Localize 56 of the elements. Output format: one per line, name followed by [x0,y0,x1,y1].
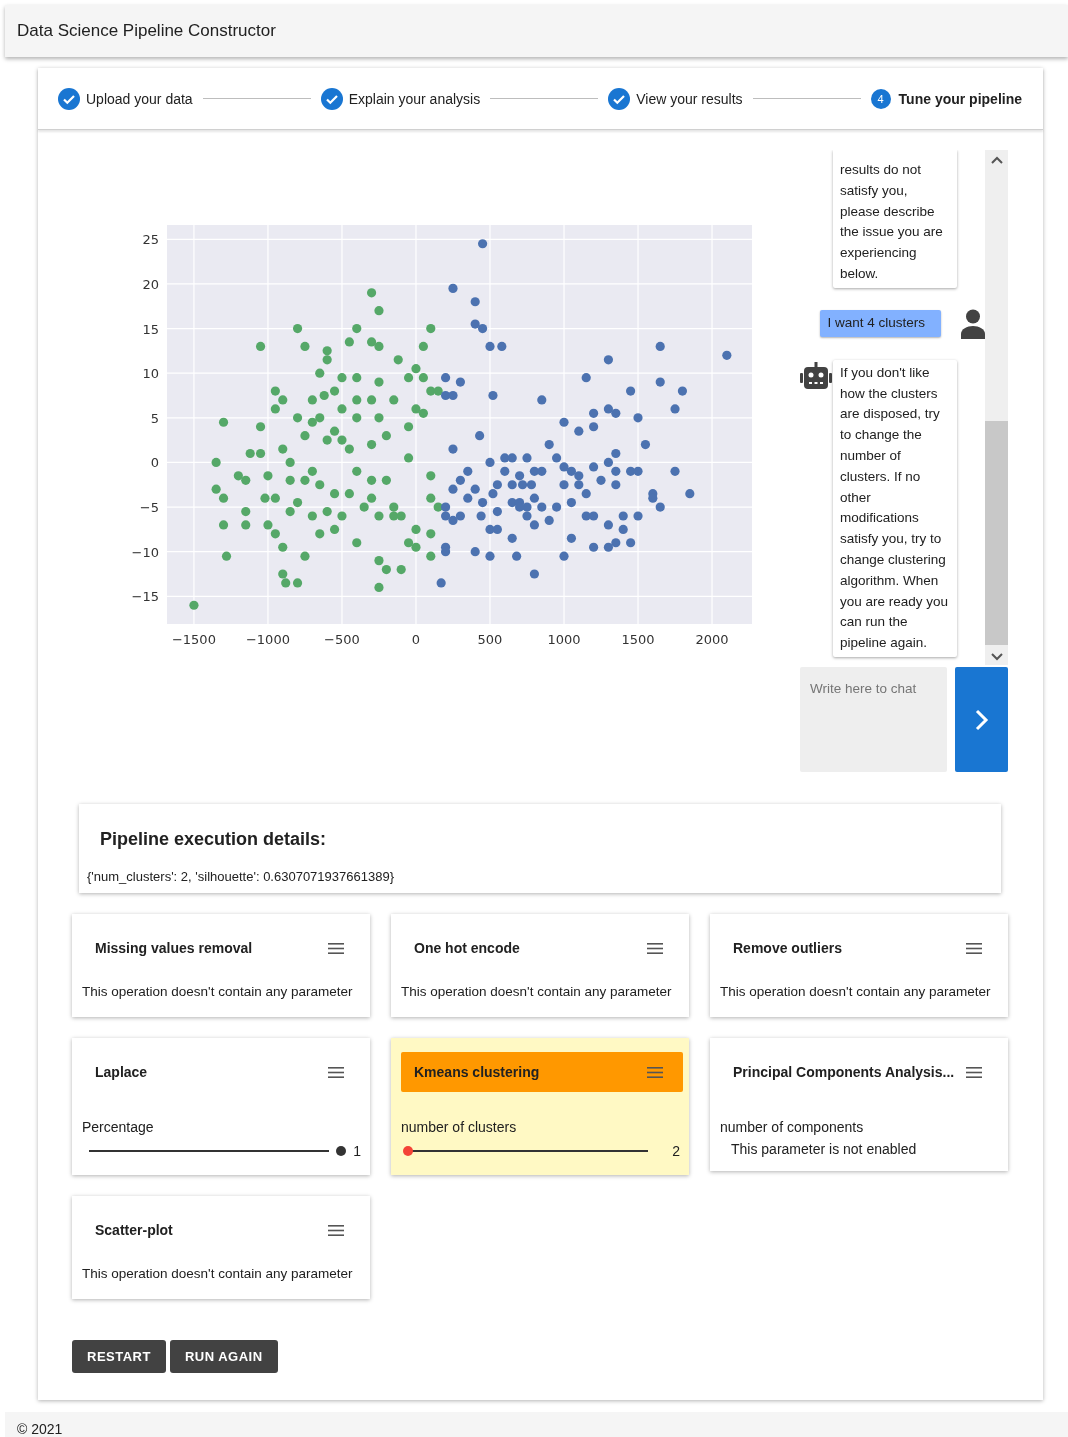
axis-tick-label: 1500 [621,632,655,647]
chat-message: results do not satisfy you, please describe the issue you are experiencing below. [833,150,957,288]
step[interactable]: View your results [608,87,743,110]
operation-note: This operation doesn't contain any parameter [720,983,992,1001]
parameter-label: number of components [720,1119,865,1135]
action-button[interactable]: RUN AGAIN [169,1340,278,1373]
step-number: 4 [870,88,891,109]
operation-title: Principal Components Analysis... [733,1064,955,1080]
copyright-text: © 2021 [17,1421,63,1437]
details-title: Pipeline execution details: [99,829,328,850]
operation-card[interactable]: Kmeans clustering number of clusters 2 [391,1038,689,1175]
step[interactable]: Explain your analysis [320,87,481,110]
slider-value: 2 [671,1143,680,1159]
operation-title: One hot encode [414,940,520,956]
axis-tick-label: 5 [150,410,159,426]
operation-note: This operation doesn't contain any parameter [82,983,354,1001]
axis-tick-label: 2000 [695,632,729,647]
operation-card[interactable]: One hot encode This operation doesn't contain any parameter [391,914,689,1017]
axis-tick-label: 10 [142,366,159,382]
axis-tick-label: −10 [131,544,159,560]
axis-tick-label: 500 [477,632,503,647]
parameter-label: Percentage [82,1119,155,1135]
operation-title: Kmeans clustering [414,1064,540,1080]
operation-title: Scatter-plot [95,1222,173,1238]
slider-value: 1 [352,1143,361,1159]
axis-tick-label: 0 [150,455,159,471]
chat-input-field[interactable]: Write here to chat [800,667,947,772]
axis-tick-label: −1000 [245,632,290,647]
axis-tick-label: 0 [411,632,421,647]
axis-tick-label: 1000 [547,632,581,647]
operation-note: This parameter is not enabled [730,1141,918,1157]
operation-card[interactable]: Laplace Percentage 1 [72,1038,370,1175]
operation-note: This operation doesn't contain any parameter [82,1265,354,1283]
axis-tick-label: −500 [324,632,360,647]
operation-card[interactable]: Missing values removal This operation doesn't contain any parameter [72,914,370,1017]
operation-card[interactable]: Scatter-plot This operation doesn't contain any parameter [72,1196,370,1299]
axis-tick-label: −1500 [171,632,216,647]
step[interactable]: Upload your data [58,87,193,110]
axis-tick-label: −15 [131,589,159,605]
operation-card[interactable]: Remove outliers This operation doesn't contain any parameter [710,914,1008,1017]
operation-title: Remove outliers [733,940,842,956]
operation-title: Laplace [95,1064,148,1080]
details-text: {'num_clusters': 2, 'silhouette': 0.6307071937661389} [87,869,395,884]
action-button[interactable]: RESTART [72,1340,166,1373]
operation-note: This operation doesn't contain any parameter [401,983,673,1001]
operation-title: Missing values removal [95,940,253,956]
operation-card[interactable]: Principal Components Analysis... number of components This parameter is not enabled [710,1038,1008,1171]
chat-message: If you don't like how the clusters are disposed, try to change the number of clusters. If no other modifications satisfy you, try to change clustering algorithm. When you are ready you can run the pipeline again. [833,359,957,657]
chat-message: I want 4 clusters [820,310,941,338]
axis-tick-label: 15 [142,321,159,337]
step[interactable]: 4 Tune your pipeline [870,88,1022,109]
app-title: Data Science Pipeline Constructor [17,21,276,41]
axis-tick-label: −5 [139,500,159,516]
axis-tick-label: 25 [142,232,159,248]
parameter-label: number of clusters [401,1119,518,1135]
axis-tick-label: 20 [142,276,159,292]
